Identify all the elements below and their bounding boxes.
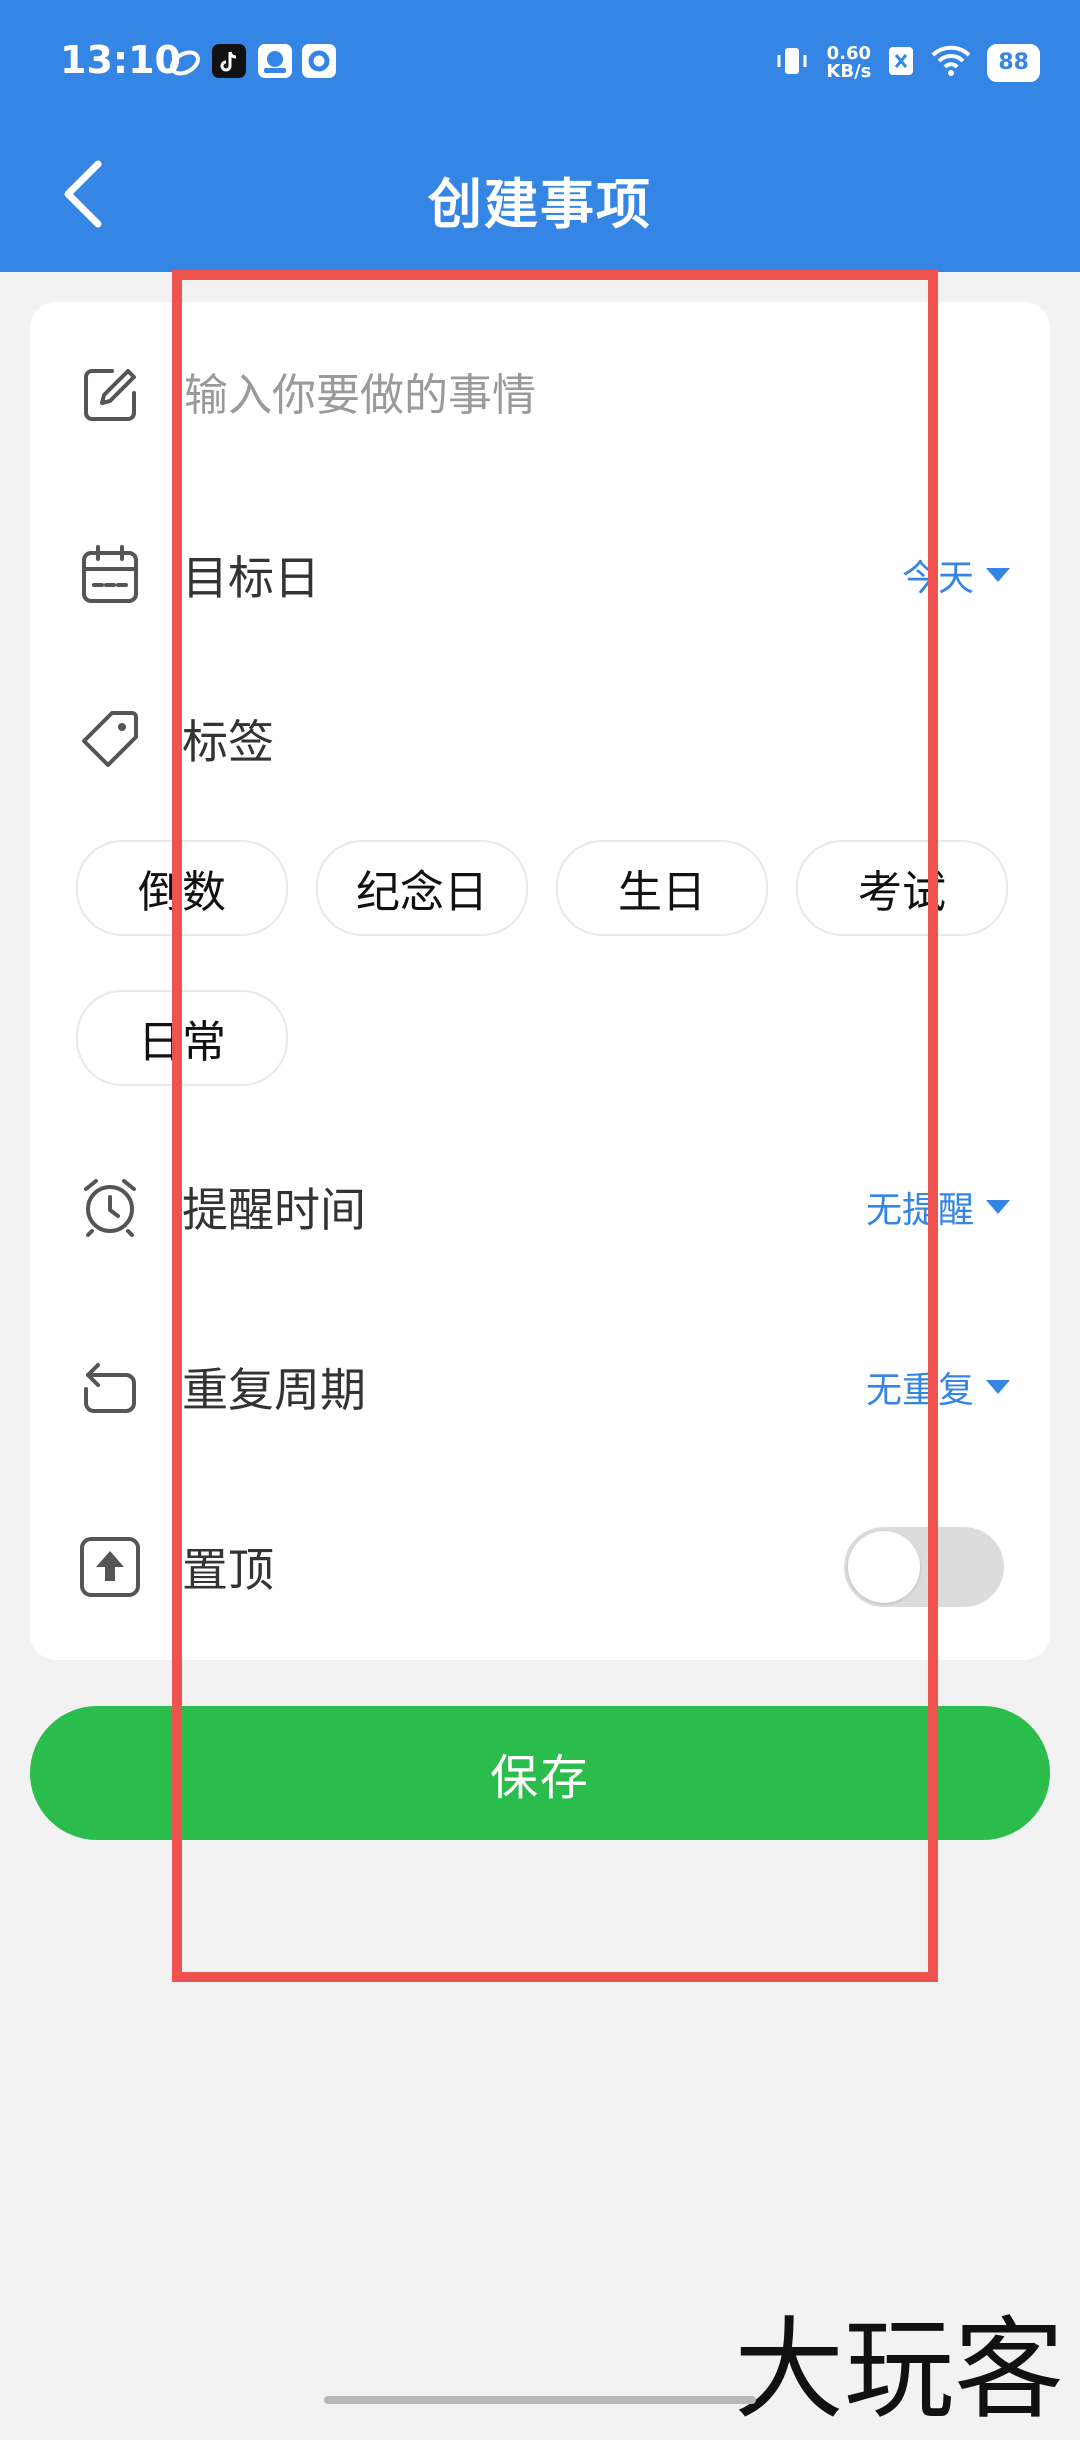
title-input[interactable]	[182, 354, 1006, 436]
net-speed: 0.60 KB/s	[826, 45, 871, 81]
event-form-card: 目标日 今天 标签 倒数 纪念日 生日 考试 日常 提醒时间 无提醒	[30, 302, 1050, 1660]
wifi-icon	[931, 45, 971, 81]
repeat-dropdown[interactable]: 无重复	[866, 1361, 1010, 1413]
calendar-icon	[82, 545, 138, 603]
target-date-row[interactable]: 目标日 今天	[30, 520, 1050, 630]
reminder-label: 提醒时间	[182, 1183, 366, 1237]
tag-chip-daily[interactable]: 日常	[76, 990, 288, 1086]
tags-label: 标签	[182, 715, 274, 769]
toggle-knob	[848, 1531, 920, 1603]
reminder-value: 无提醒	[865, 1190, 974, 1231]
pin-label: 置顶	[182, 1543, 274, 1597]
net-speed-unit: KB/s	[826, 61, 872, 82]
status-right: 0.60 KB/s 88	[774, 38, 1040, 88]
reminder-row[interactable]: 提醒时间 无提醒	[30, 1152, 1050, 1262]
tag-chip-birthday[interactable]: 生日	[556, 840, 768, 936]
repeat-row[interactable]: 重复周期 无重复	[30, 1332, 1050, 1442]
page-title: 创建事项	[428, 173, 652, 236]
vibrate-icon	[774, 43, 810, 83]
tags-row: 标签	[30, 684, 1050, 794]
pin-row: 置顶	[30, 1512, 1050, 1622]
reminder-dropdown[interactable]: 无提醒	[866, 1181, 1010, 1233]
status-time: 13:10	[60, 38, 181, 82]
app-icon-3	[258, 44, 292, 78]
repeat-label: 重复周期	[182, 1363, 366, 1417]
repeat-icon	[84, 1363, 136, 1413]
app-icon-4	[302, 44, 336, 78]
tag-chip-anniversary[interactable]: 纪念日	[316, 840, 528, 936]
home-indicator[interactable]	[324, 2396, 756, 2404]
target-date-value: 今天	[901, 558, 974, 599]
pin-top-icon	[80, 1537, 140, 1597]
dropdown-arrow-icon	[986, 568, 1010, 582]
tiktok-icon	[212, 44, 246, 78]
tag-chip-countdown[interactable]: 倒数	[76, 840, 288, 936]
target-date-dropdown[interactable]: 今天	[902, 549, 1010, 601]
tag-chip-exam[interactable]: 考试	[796, 840, 1008, 936]
nav-bar: 创建事项	[0, 120, 1080, 272]
dropdown-arrow-icon	[986, 1200, 1010, 1214]
alarm-clock-icon	[84, 1179, 136, 1237]
target-date-label: 目标日	[182, 551, 320, 605]
title-row	[30, 340, 1050, 450]
status-bar: 13:10 0.60 KB/s 88	[0, 0, 1080, 120]
pin-toggle[interactable]	[844, 1527, 1004, 1607]
sim-icon	[887, 45, 915, 81]
battery-indicator: 88	[987, 44, 1040, 82]
dropdown-arrow-icon	[986, 1380, 1010, 1394]
save-button[interactable]: 保存	[30, 1706, 1050, 1840]
watermark: 大玩客	[734, 2306, 1064, 2434]
repeat-value: 无重复	[865, 1370, 974, 1411]
tag-icon	[82, 711, 138, 767]
app-icon-1	[168, 46, 202, 80]
edit-icon	[84, 369, 136, 421]
